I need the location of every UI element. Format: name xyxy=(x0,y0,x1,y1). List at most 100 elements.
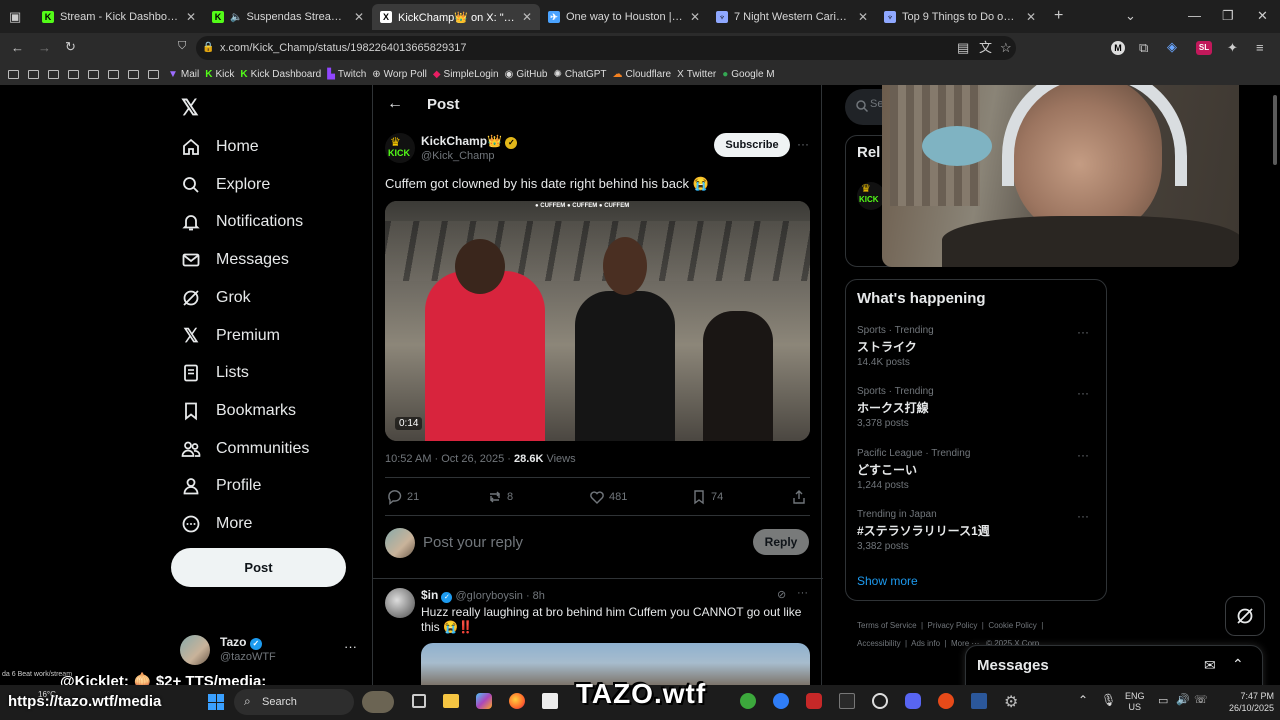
network-icon[interactable]: ▭ xyxy=(1158,694,1168,707)
tab-suspendas-stream[interactable]: K 🔈 Suspendas Stream - Watch ✕ xyxy=(204,4,372,30)
tab-kickchamp-post[interactable]: X KickChamp👑 on X: "Cuffem g ✕ xyxy=(372,4,540,30)
footer-link[interactable]: Ads info xyxy=(911,639,940,648)
volume-icon[interactable]: 🔊 xyxy=(1176,693,1190,706)
bookmark-github[interactable]: ◉ GitHub xyxy=(505,69,548,80)
close-icon[interactable]: ✕ xyxy=(522,10,532,24)
nav-premium[interactable]: 𝕏 Premium xyxy=(180,321,280,351)
nav-lists[interactable]: Lists xyxy=(180,358,249,388)
tab-list-chevron-icon[interactable]: ⌄ xyxy=(1125,9,1136,22)
like-action[interactable]: 481 xyxy=(589,489,627,505)
footer-link[interactable]: Privacy Policy xyxy=(928,621,978,630)
tab-harmony-things[interactable]: ♆ Top 9 Things to Do on Harmony ✕ xyxy=(876,4,1044,30)
star-icon[interactable]: ☆ xyxy=(1000,41,1012,54)
bookmark-google-maps[interactable]: ● Google M xyxy=(722,69,774,80)
bookmark-chatgpt[interactable]: ✺ ChatGPT xyxy=(553,69,606,80)
translate-icon[interactable]: 文 xyxy=(979,41,992,54)
grok-floating-button[interactable] xyxy=(1225,596,1265,636)
restore-icon[interactable]: ❐ xyxy=(1222,9,1234,22)
reply-button[interactable]: Reply xyxy=(753,529,809,555)
close-icon[interactable]: ✕ xyxy=(354,10,364,24)
nav-more[interactable]: More xyxy=(180,509,252,539)
messages-drawer[interactable]: Messages ✉ ⌃ xyxy=(965,645,1263,685)
reader-view-icon[interactable]: ▤ xyxy=(957,41,969,54)
footer-link[interactable]: Terms of Service xyxy=(857,621,917,630)
tab-google-flights[interactable]: ✈ One way to Houston | Google F ✕ xyxy=(540,4,708,30)
bookmark-mail[interactable]: ▼ Mail xyxy=(168,69,199,80)
subscribe-button[interactable]: Subscribe xyxy=(714,133,790,157)
back-arrow-icon[interactable]: ← xyxy=(387,95,403,113)
app-icon-red[interactable] xyxy=(806,693,822,709)
comment-avatar[interactable] xyxy=(385,588,415,618)
reply-input[interactable]: Post your reply xyxy=(423,534,523,551)
url-field[interactable]: 🔒 x.com/Kick_Champ/status/19822640136658… xyxy=(196,36,1016,60)
share-icon[interactable] xyxy=(791,489,807,510)
discord-icon[interactable] xyxy=(905,693,921,709)
bookmark-twitch[interactable]: ▙ Twitch xyxy=(327,69,366,80)
app-icon-blue[interactable] xyxy=(773,693,789,709)
shield-icon[interactable]: ⛉ xyxy=(178,41,186,52)
bookmark-folder[interactable] xyxy=(108,69,122,79)
trend-item[interactable]: Trending in Japan #ステラソラリリース1週 3,382 pos… xyxy=(857,509,1097,552)
bookmark-folder[interactable] xyxy=(48,69,62,79)
grok-explain-icon[interactable]: ⊘ xyxy=(777,588,786,601)
reload-icon[interactable]: ↻ xyxy=(65,40,76,53)
bookmark-folder[interactable] xyxy=(68,69,82,79)
speaker-icon[interactable]: 🔈 xyxy=(230,12,242,23)
post-author-handle[interactable]: @Kick_Champ xyxy=(421,150,495,162)
nav-grok[interactable]: Grok xyxy=(180,283,251,313)
nav-messages[interactable]: Messages xyxy=(180,245,289,275)
tab-kick-dashboard[interactable]: K Stream - Kick Dashboard ✕ xyxy=(34,4,204,30)
more-dots-icon[interactable]: ··· xyxy=(344,639,357,654)
bookmark-kick-dashboard[interactable]: K Kick Dashboard xyxy=(240,69,321,80)
comment-handle[interactable]: @gIoryboysin · 8h xyxy=(455,590,544,602)
minimize-icon[interactable]: — xyxy=(1188,9,1201,22)
store-icon[interactable] xyxy=(542,693,558,709)
bookmark-folder[interactable] xyxy=(8,69,22,79)
tab-caribbean-cruise[interactable]: ♆ 7 Night Western Caribbean Crui ✕ xyxy=(708,4,876,30)
xbox-icon[interactable] xyxy=(740,693,756,709)
trend-item[interactable]: Sports · Trending ホークス打線 3,378 posts ··· xyxy=(857,386,1097,429)
post-author-name[interactable]: KickChamp👑 xyxy=(421,134,502,148)
post-more-dots-icon[interactable]: ··· xyxy=(797,137,809,151)
bookmark-folder[interactable] xyxy=(128,69,142,79)
close-icon[interactable]: ✕ xyxy=(858,10,868,24)
bookmark-simplelogin[interactable]: ◆ SimpleLogin xyxy=(433,69,499,80)
x-logo-icon[interactable]: 𝕏 xyxy=(181,95,199,121)
close-window-icon[interactable]: ✕ xyxy=(1257,9,1268,22)
taskbar-search[interactable]: ⌕ Search xyxy=(234,689,354,715)
notification-icon[interactable]: ☏ xyxy=(1194,693,1208,706)
app-icon-word[interactable] xyxy=(971,693,987,709)
copilot-icon[interactable] xyxy=(476,693,492,709)
bookmark-action[interactable]: 74 xyxy=(691,489,723,505)
windows-start-icon[interactable] xyxy=(208,694,224,710)
post-video[interactable]: ● CUFFEM ● CUFFEM ● CUFFEM 0:14 xyxy=(385,201,810,441)
bookmark-folder[interactable] xyxy=(88,69,102,79)
tab-actions-icon[interactable]: ▣ xyxy=(9,10,21,23)
microphone-icon[interactable]: 🎙 xyxy=(1101,693,1116,707)
bookmark-cloudflare[interactable]: ☁ Cloudflare xyxy=(613,69,672,80)
epic-games-icon[interactable] xyxy=(839,693,855,709)
clock[interactable]: 7:47 PM 26/10/2025 xyxy=(1218,690,1274,714)
close-icon[interactable]: ✕ xyxy=(690,10,700,24)
comment-author-name[interactable]: $in xyxy=(421,588,438,602)
language-indicator[interactable]: ENG US xyxy=(1125,691,1145,713)
firefox-icon[interactable] xyxy=(509,693,525,709)
footer-link[interactable]: Cookie Policy xyxy=(988,621,1036,630)
app-icon-orange[interactable] xyxy=(938,693,954,709)
settings-gear-icon[interactable]: ⚙ xyxy=(1004,692,1018,712)
trend-more-dots-icon[interactable]: ··· xyxy=(1077,509,1089,523)
nav-notifications[interactable]: Notifications xyxy=(180,207,303,237)
tray-chevron-icon[interactable]: ⌃ xyxy=(1078,693,1088,707)
back-icon[interactable]: ← xyxy=(11,41,24,54)
close-icon[interactable]: ✕ xyxy=(186,10,196,24)
shield-extension-icon[interactable]: ◈ xyxy=(1167,40,1177,53)
trend-more-dots-icon[interactable]: ··· xyxy=(1077,325,1089,339)
post-timestamp[interactable]: 10:52 AM · Oct 26, 2025 · xyxy=(385,453,511,465)
bookmark-twitter[interactable]: X Twitter xyxy=(677,69,716,80)
bookmark-folder[interactable] xyxy=(148,69,162,79)
new-tab-icon[interactable]: + xyxy=(1054,8,1063,24)
footer-link[interactable]: Accessibility xyxy=(857,639,901,648)
author-avatar[interactable]: ♛ KICK xyxy=(385,133,415,163)
bookmark-folder[interactable] xyxy=(28,69,42,79)
file-explorer-icon[interactable] xyxy=(443,694,459,708)
